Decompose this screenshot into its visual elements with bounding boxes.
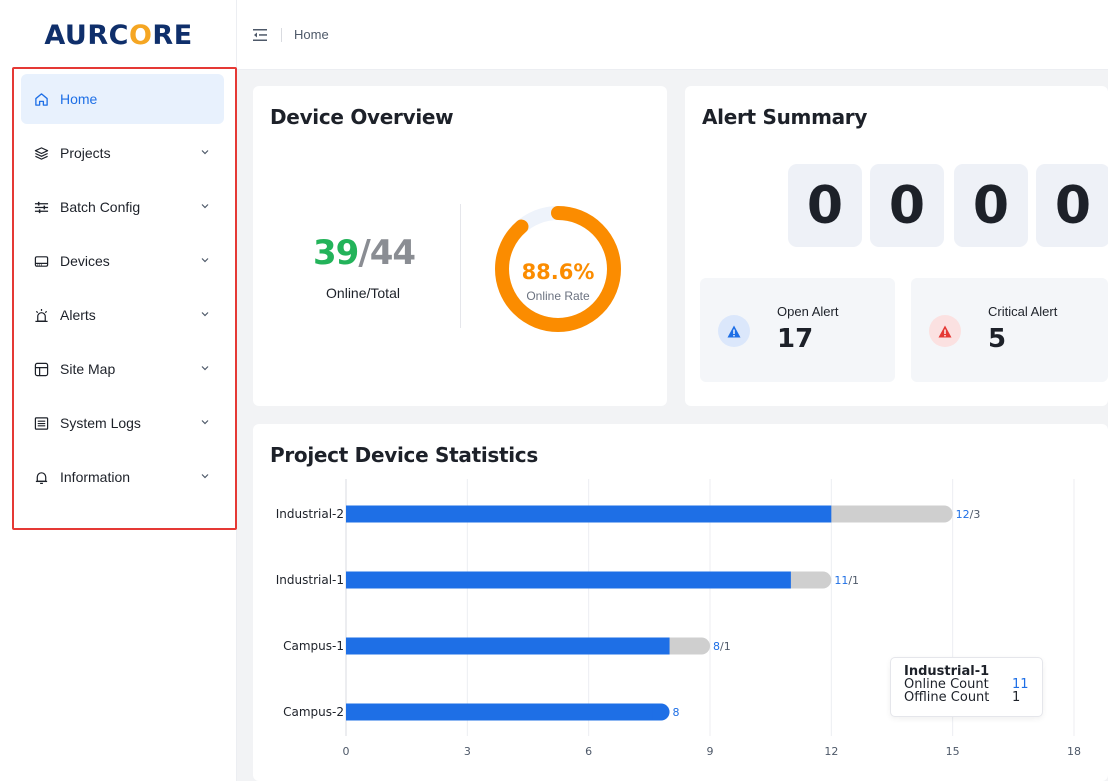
sidebar-item-label: Devices: [60, 253, 110, 269]
bar-offline-value: /1: [848, 574, 859, 587]
collapse-sidebar-icon[interactable]: [251, 26, 269, 44]
brand-logo[interactable]: AURC O RE: [0, 0, 237, 70]
sidebar-item-label: Home: [60, 91, 98, 107]
alert-summary-title: Alert Summary: [702, 105, 868, 129]
bar-online-value: 8: [713, 640, 720, 653]
bar-offline-value: /1: [720, 640, 731, 653]
chevron-down-icon: [201, 258, 209, 263]
bar-value-label: 11/1: [834, 574, 859, 587]
alert-digit: 0: [954, 164, 1028, 247]
logo-text-part3: RE: [152, 19, 193, 51]
category-label: Campus-2: [283, 705, 344, 719]
sidebar-item-label: Batch Config: [60, 199, 141, 215]
sidebar-item-label: Site Map: [60, 361, 116, 377]
chevron-down-icon: [201, 474, 209, 479]
tooltip-row: Offline Count 1: [904, 691, 1042, 704]
online-bar: [346, 571, 791, 589]
home-icon: [33, 91, 49, 107]
logo-text-o: O: [128, 19, 153, 51]
total-count: 44: [369, 233, 416, 273]
sidebar-item-label: Alerts: [60, 307, 96, 323]
chevron-down-icon: [201, 150, 209, 155]
sidebar-item-devices[interactable]: Devices: [21, 236, 224, 286]
sidebar-item-alerts[interactable]: Alerts: [21, 290, 224, 340]
online-bar: [346, 505, 832, 523]
sidebar-item-site-map[interactable]: Site Map: [21, 344, 224, 394]
online-rate-label: Online Rate: [526, 289, 590, 303]
overview-divider: [460, 204, 461, 328]
bell-icon: [33, 469, 49, 485]
bar-online-value: 8: [673, 706, 680, 719]
online-total-label: Online/Total: [326, 285, 400, 301]
sidebar-item-home[interactable]: Home: [21, 74, 224, 124]
open-alert-tile[interactable]: Open Alert 17: [700, 278, 895, 382]
sidebar-item-projects[interactable]: Projects: [21, 128, 224, 178]
sidebar-item-batch-config[interactable]: Batch Config: [21, 182, 224, 232]
x-tick-label: 3: [464, 745, 471, 758]
warning-icon: [718, 315, 750, 347]
bar-offline-value: /3: [970, 508, 981, 521]
bar-value-label: 8: [673, 706, 680, 719]
breadcrumb[interactable]: Home: [294, 27, 329, 42]
sliders-icon: [33, 199, 49, 215]
device-icon: [33, 253, 49, 269]
critical-alert-label: Critical Alert: [988, 304, 1058, 319]
logo-text-part1: AURC: [44, 19, 129, 51]
chevron-down-icon: [201, 420, 209, 425]
category-label: Industrial-1: [276, 573, 344, 587]
topbar-divider: [281, 27, 282, 42]
nav-menu: Home Projects Batch Config Devices Alerts Sit…: [12, 67, 237, 530]
sidebar-item-label: Information: [60, 469, 131, 485]
online-rate-donut: 88.6% Online Rate: [495, 206, 621, 332]
critical-alert-value: 5: [988, 324, 1007, 354]
bar-online-value: 12: [956, 508, 970, 521]
bar-online-value: 11: [834, 574, 848, 587]
tooltip-key: Offline Count: [904, 690, 990, 705]
online-total-value: 39/44: [313, 233, 416, 273]
open-alert-label: Open Alert: [777, 304, 839, 319]
online-bar: [346, 637, 670, 655]
chevron-down-icon: [201, 366, 209, 371]
top-bar: Home: [237, 0, 1108, 70]
layout-icon: [33, 361, 49, 377]
alarm-icon: [33, 307, 49, 323]
x-tick-label: 18: [1067, 745, 1081, 758]
tooltip-value: 1: [1012, 690, 1021, 705]
chart-tooltip: Industrial-1 Online Count 11 Offline Coun…: [890, 657, 1043, 717]
x-tick-label: 9: [707, 745, 714, 758]
project-stats-chart: 0 3 6 9 12 15 18Industrial-2 12/3Industrial-1 11…: [276, 479, 1081, 758]
chevron-down-icon: [201, 204, 209, 209]
bar-value-label: 12/3: [956, 508, 981, 521]
category-label: Industrial-2: [276, 507, 344, 521]
chevron-down-icon: [201, 312, 209, 317]
critical-alert-tile[interactable]: Critical Alert 5: [911, 278, 1108, 382]
sidebar-item-system-logs[interactable]: System Logs: [21, 398, 224, 448]
online-count: 39: [313, 233, 359, 273]
alert-digit: 0: [1036, 164, 1108, 247]
log-icon: [33, 415, 49, 431]
layers-icon: [33, 145, 49, 161]
sidebar-item-label: System Logs: [60, 415, 141, 431]
x-tick-label: 12: [824, 745, 838, 758]
open-alert-value: 17: [777, 324, 814, 354]
online-rate-value: 88.6%: [522, 260, 595, 284]
device-overview-card: Device Overview 39/44 Online/Total 88.6%…: [253, 86, 667, 406]
sidebar-item-label: Projects: [60, 145, 111, 161]
ratio-separator: /: [358, 233, 370, 273]
warning-icon: [929, 315, 961, 347]
sidebar: AURC O RE Home Projects Batch Config Devices A…: [0, 0, 237, 781]
bar-value-label: 8/1: [713, 640, 731, 653]
device-overview-title: Device Overview: [270, 105, 454, 129]
category-label: Campus-1: [283, 639, 344, 653]
online-bar-fill: [346, 703, 653, 721]
alert-digit: 0: [788, 164, 862, 247]
alert-summary-card: Alert Summary 0 0 0 0 Open Alert 17 Crit…: [685, 86, 1108, 406]
x-tick-label: 0: [343, 745, 350, 758]
x-tick-label: 15: [946, 745, 960, 758]
project-stats-card: Project Device Statistics 0 3 6 9 12 15 18 Indu…: [253, 424, 1108, 781]
sidebar-item-information[interactable]: Information: [21, 452, 224, 502]
x-tick-label: 6: [585, 745, 592, 758]
alert-digit: 0: [870, 164, 944, 247]
